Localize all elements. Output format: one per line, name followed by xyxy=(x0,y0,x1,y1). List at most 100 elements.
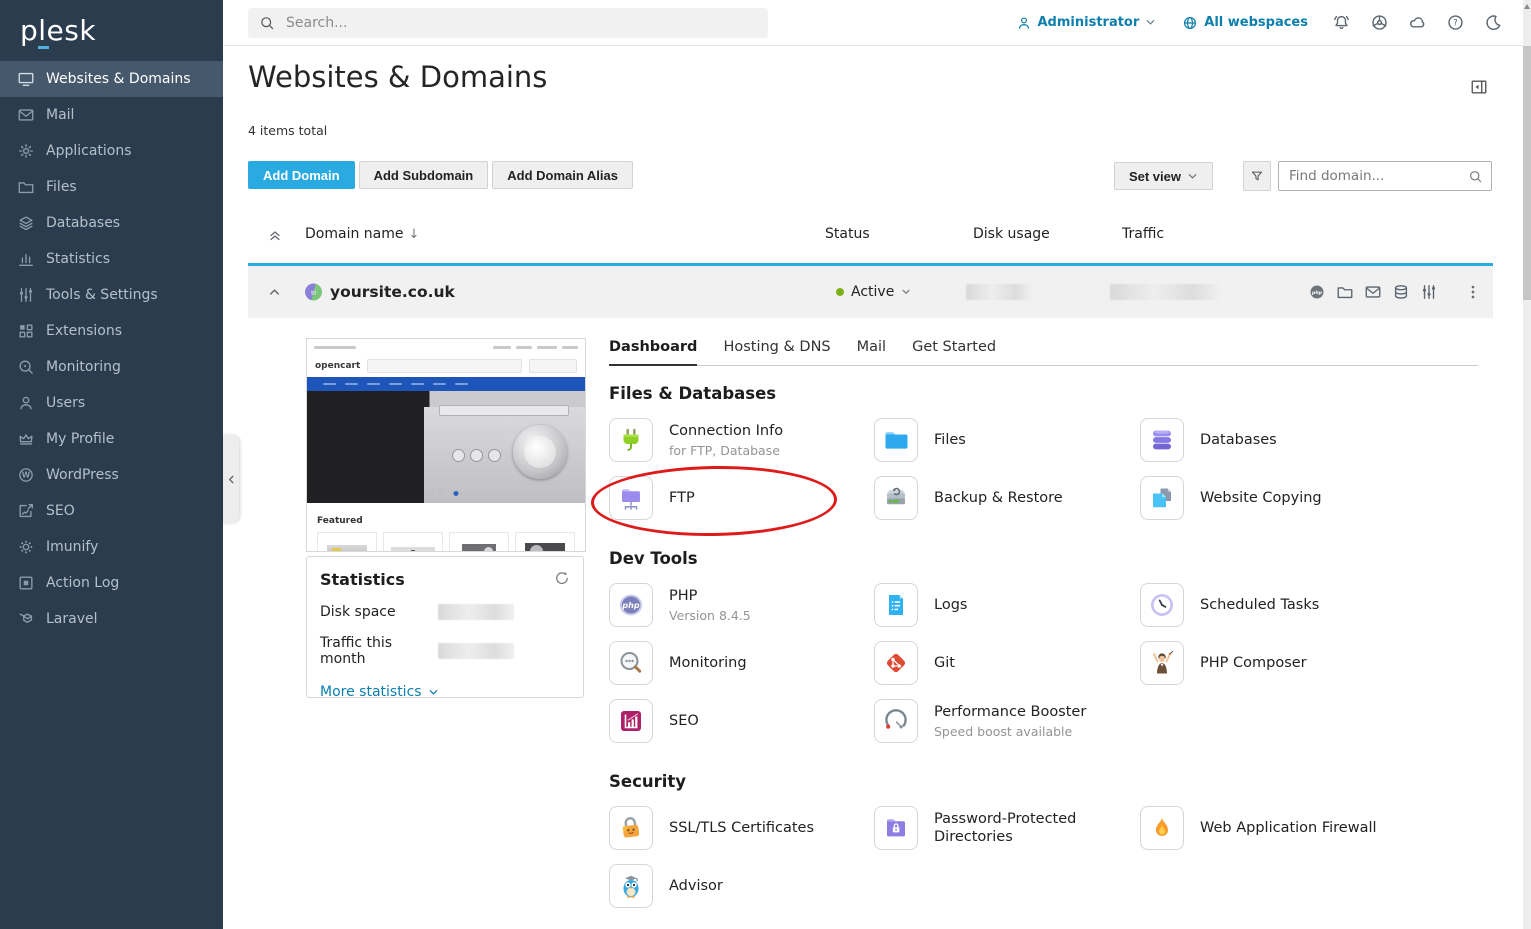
tab-get-started[interactable]: Get Started xyxy=(912,339,996,365)
tab-hosting-dns[interactable]: Hosting & DNS xyxy=(723,339,830,365)
column-header-disk-usage: Disk usage xyxy=(973,226,1050,242)
find-domain-input[interactable] xyxy=(1287,167,1462,185)
vertical-scrollbar[interactable] xyxy=(1523,0,1531,929)
sidebar-item-users[interactable]: Users xyxy=(0,385,223,421)
sidebar-item-extensions[interactable]: Extensions xyxy=(0,313,223,349)
moon-icon[interactable] xyxy=(1484,13,1503,32)
sidebar-item-files[interactable]: Files xyxy=(0,169,223,205)
connection-info-icon xyxy=(609,418,653,462)
sidebar-item-mail[interactable]: Mail xyxy=(0,97,223,133)
tool-monitoring[interactable]: Monitoring xyxy=(609,640,874,686)
thumb-search-box xyxy=(367,358,522,373)
tool-performance-booster[interactable]: Performance Booster Speed boost available xyxy=(874,698,1140,744)
sidebar-item-my-profile[interactable]: My Profile xyxy=(0,421,223,457)
plesk-logo[interactable]: plesk xyxy=(0,0,223,59)
column-header-domain-name[interactable]: Domain name ↓ xyxy=(305,226,419,242)
databases-icon xyxy=(1140,418,1184,462)
user-menu[interactable]: Administrator xyxy=(1016,15,1157,31)
find-domain xyxy=(1278,161,1492,191)
panel-collapse-icon[interactable] xyxy=(1470,78,1488,96)
tool-logs[interactable]: Logs xyxy=(874,582,1140,628)
tab-dashboard[interactable]: Dashboard xyxy=(609,339,698,366)
bell-icon[interactable] xyxy=(1332,13,1351,32)
sidebar-item-websites-domains[interactable]: Websites & Domains xyxy=(0,61,223,97)
domain-row: si yoursite.co.uk Active php xyxy=(248,263,1493,318)
backup-icon xyxy=(874,476,918,520)
tool-files[interactable]: Files xyxy=(874,417,1140,463)
sidebar-item-imunify[interactable]: Imunify xyxy=(0,529,223,565)
sidebar-item-statistics[interactable]: Statistics xyxy=(0,241,223,277)
tool-web-application-firewall[interactable]: Web Application Firewall xyxy=(1140,805,1478,851)
user-label: Administrator xyxy=(1037,15,1140,30)
tool-ssl-tls-certificates[interactable]: SSL/TLS Certificates xyxy=(609,805,874,851)
sidebar-item-laravel[interactable]: Laravel xyxy=(0,601,223,637)
webspaces-selector[interactable]: All webspaces xyxy=(1182,15,1308,31)
mail-outline-icon[interactable] xyxy=(1364,283,1382,301)
more-statistics-link[interactable]: More statistics xyxy=(320,684,570,700)
sidebar-item-label: WordPress xyxy=(46,467,119,483)
tool-password-protected-directories[interactable]: Password-Protected Directories xyxy=(874,805,1140,851)
add-domain-alias-button[interactable]: Add Domain Alias xyxy=(492,161,633,189)
scrollbar-thumb[interactable] xyxy=(1523,46,1531,300)
advisor-icon xyxy=(609,864,653,908)
chevron-down-icon xyxy=(1187,171,1198,182)
search-input[interactable] xyxy=(284,13,757,32)
kebab-menu-icon[interactable] xyxy=(1466,283,1480,301)
sliders-outline-icon[interactable] xyxy=(1420,283,1438,301)
tool-scheduled-tasks[interactable]: Scheduled Tasks xyxy=(1140,582,1478,628)
sidebar-item-wordpress[interactable]: W WordPress xyxy=(0,457,223,493)
database-outline-icon[interactable] xyxy=(1392,283,1410,301)
refresh-icon[interactable] xyxy=(554,570,570,586)
tool-php[interactable]: php PHP Version 8.4.5 xyxy=(609,582,874,628)
collapse-all-icon[interactable] xyxy=(268,228,282,242)
tool-website-copying[interactable]: Website Copying xyxy=(1140,475,1478,521)
search-icon xyxy=(259,15,275,31)
tool-seo[interactable]: SEO xyxy=(609,698,874,744)
php-icon: php xyxy=(609,583,653,627)
sidebar-item-action-log[interactable]: Action Log xyxy=(0,565,223,601)
tab-mail[interactable]: Mail xyxy=(857,339,886,365)
tool-backup-restore[interactable]: Backup & Restore xyxy=(874,475,1140,521)
cloud-icon[interactable] xyxy=(1408,13,1427,32)
sidebar-item-databases[interactable]: Databases xyxy=(0,205,223,241)
webspaces-label: All webspaces xyxy=(1204,15,1308,30)
scroll-up-arrow[interactable] xyxy=(1524,4,1530,9)
set-view-button[interactable]: Set view xyxy=(1113,162,1213,190)
add-domain-button[interactable]: Add Domain xyxy=(248,161,355,189)
status-dropdown[interactable]: Active xyxy=(836,284,911,300)
site-preview-thumbnail[interactable]: opencart Featured xyxy=(306,338,586,552)
ball-icon[interactable] xyxy=(1370,13,1389,32)
disk-usage-redacted xyxy=(966,284,1032,300)
folder-outline-icon[interactable] xyxy=(1336,283,1354,301)
tool-git[interactable]: Git xyxy=(874,640,1140,686)
tool-ftp[interactable]: FTP xyxy=(590,464,874,538)
sidebar-item-label: Users xyxy=(46,395,86,411)
sidebar-item-label: My Profile xyxy=(46,431,115,447)
sidebar-item-seo[interactable]: SEO xyxy=(0,493,223,529)
tool-sublabel: for FTP, Database xyxy=(669,443,780,459)
performance-icon xyxy=(874,699,918,743)
php-badge-icon[interactable]: php xyxy=(1308,283,1326,301)
seo-link-icon xyxy=(17,502,35,520)
plesk-app: plesk Websites & Domains Mail Applications… xyxy=(0,0,1531,929)
tool-label: Password-Protected Directories xyxy=(934,810,1077,845)
help-icon[interactable]: ? xyxy=(1446,13,1465,32)
sidebar-item-tools-settings[interactable]: Tools & Settings xyxy=(0,277,223,313)
sidebar-item-label: Action Log xyxy=(46,575,120,591)
tool-databases[interactable]: Databases xyxy=(1140,417,1478,463)
section-grid: php PHP Version 8.4.5 Logs Scheduled Tasks Mo… xyxy=(609,582,1478,744)
svg-text:?: ? xyxy=(1453,19,1458,29)
main-content: Websites & Domains 4 items total Add Dom… xyxy=(223,45,1531,929)
tool-php-composer[interactable]: PHP Composer xyxy=(1140,640,1478,686)
topbar-icons: ? xyxy=(1332,13,1503,32)
sidebar-item-applications[interactable]: Applications xyxy=(0,133,223,169)
tool-label: FTP xyxy=(669,489,695,506)
filter-button[interactable] xyxy=(1243,161,1271,191)
add-subdomain-button[interactable]: Add Subdomain xyxy=(358,161,489,189)
tool-connection-info[interactable]: Connection Info for FTP, Database xyxy=(609,417,874,463)
sidebar-item-monitoring[interactable]: Monitoring xyxy=(0,349,223,385)
tool-advisor[interactable]: Advisor xyxy=(609,863,874,909)
chevron-up-icon[interactable] xyxy=(268,286,281,299)
password-dirs-icon xyxy=(874,806,918,850)
sidebar-collapse-handle[interactable] xyxy=(223,435,239,523)
